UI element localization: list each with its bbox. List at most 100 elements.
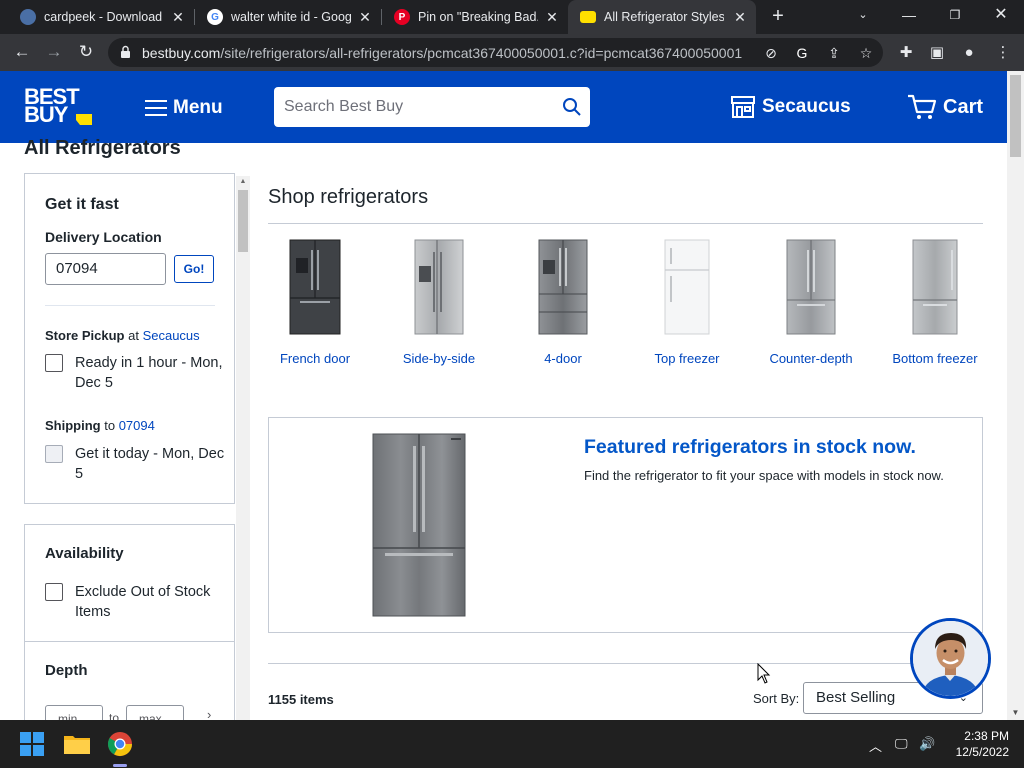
- category-4-door[interactable]: 4-door: [513, 238, 613, 366]
- menu-label: Menu: [173, 97, 223, 118]
- get-it-fast-heading: Get it fast: [45, 196, 119, 213]
- volume-icon[interactable]: 🔊: [919, 736, 935, 752]
- os-taskbar: ︿ 🖵 🔊 2:38 PM 12/5/2022: [0, 720, 1024, 768]
- bookmark-star-icon[interactable]: ☆: [857, 44, 875, 62]
- blocked-icon[interactable]: ⊘: [762, 44, 780, 62]
- availability-depth-panel: Availability Exclude Out of Stock Items …: [24, 524, 235, 724]
- chat-assistant-avatar[interactable]: [910, 618, 991, 699]
- cart-button[interactable]: Cart: [907, 92, 983, 122]
- logo-text-buy: BUY: [24, 102, 68, 127]
- store-icon: [731, 96, 755, 118]
- category-label: Side-by-side: [402, 351, 476, 366]
- site-header: BEST BUY Menu Secaucus Cart: [0, 71, 1007, 143]
- network-icon[interactable]: 🖵: [895, 736, 908, 752]
- browser-tab-active[interactable]: All Refrigerator Styles ✕: [568, 0, 756, 34]
- menu-button[interactable]: Menu: [145, 95, 223, 121]
- tab-title: Pin on "Breaking Bad...: [418, 10, 538, 24]
- scroll-down-icon[interactable]: ▼: [1007, 706, 1024, 720]
- file-explorer-icon[interactable]: [61, 728, 93, 760]
- cart-label: Cart: [943, 95, 984, 118]
- zip-value: 07094: [56, 260, 98, 277]
- availability-heading: Availability: [45, 545, 124, 562]
- divider: [25, 641, 234, 642]
- back-icon[interactable]: ←: [10, 41, 34, 65]
- tab-title: cardpeek - Download: [44, 10, 163, 24]
- forward-icon[interactable]: →: [42, 41, 66, 65]
- category-bottom-freezer[interactable]: Bottom freezer: [885, 238, 985, 366]
- featured-fridge-image: [372, 433, 466, 617]
- scroll-thumb[interactable]: [238, 190, 248, 252]
- restore-icon[interactable]: ❐: [932, 0, 978, 34]
- category-french-door[interactable]: French door: [265, 238, 365, 366]
- scroll-thumb[interactable]: [1010, 75, 1021, 157]
- featured-title[interactable]: Featured refrigerators in stock now.: [584, 436, 916, 459]
- category-top-freezer[interactable]: Top freezer: [637, 238, 737, 366]
- pickup-checkbox[interactable]: [45, 354, 63, 372]
- shipping-label: Shipping to 07094: [45, 418, 155, 433]
- category-side-by-side[interactable]: Side-by-side: [389, 238, 489, 366]
- store-pickup-text: Store Pickup: [45, 328, 125, 343]
- new-tab-button[interactable]: +: [768, 5, 788, 29]
- hamburger-icon: [145, 100, 167, 116]
- close-tab-icon[interactable]: ✕: [544, 9, 560, 25]
- sort-value: Best Selling: [816, 689, 896, 706]
- pinterest-icon: P: [394, 9, 410, 25]
- fridge-counter-depth-image: [761, 238, 861, 336]
- url-text: bestbuy.com/site/refrigerators/all-refri…: [142, 45, 742, 61]
- share-icon[interactable]: ⇪: [825, 44, 843, 62]
- tab-title: walter white id - Googl: [231, 10, 351, 24]
- search-input[interactable]: [274, 87, 554, 127]
- scroll-up-icon[interactable]: ▲: [236, 176, 250, 188]
- filter-scrollbar[interactable]: ▲: [236, 176, 250, 720]
- shipping-checkbox[interactable]: [45, 445, 63, 463]
- google-lens-icon[interactable]: G: [793, 44, 811, 62]
- chrome-menu-icon[interactable]: ⋮: [993, 43, 1013, 63]
- results-count: 1155 items: [268, 692, 334, 707]
- extensions-icon[interactable]: ✚: [896, 43, 916, 63]
- zip-code-input[interactable]: 07094: [45, 253, 166, 285]
- profile-icon[interactable]: ●: [959, 43, 979, 63]
- bestbuy-logo[interactable]: BEST BUY: [22, 85, 92, 129]
- mouse-cursor-icon: [757, 663, 771, 684]
- shipping-zip-link[interactable]: 07094: [119, 418, 155, 433]
- category-label: Counter-depth: [769, 351, 853, 366]
- close-tab-icon[interactable]: ✕: [732, 9, 748, 25]
- exclude-oos-label: Exclude Out of Stock Items: [75, 584, 211, 620]
- active-app-indicator: [113, 764, 127, 767]
- side-panel-icon[interactable]: ▣: [927, 43, 947, 63]
- store-pickup-store-link[interactable]: Secaucus: [143, 328, 200, 343]
- logo-tag-icon: [76, 114, 92, 125]
- clock-time: 2:38 PM: [964, 729, 1009, 743]
- exclude-oos-checkbox[interactable]: [45, 583, 63, 601]
- go-button[interactable]: Go!: [174, 255, 214, 283]
- minimize-icon[interactable]: —: [886, 0, 932, 34]
- browser-tab-strip: cardpeek - Download ✕ G walter white id …: [0, 0, 1024, 34]
- store-selector[interactable]: Secaucus: [730, 93, 851, 121]
- url-path: /site/refrigerators/all-refrigerators/pc…: [220, 45, 743, 61]
- chrome-icon[interactable]: [104, 728, 136, 760]
- close-tab-icon[interactable]: ✕: [170, 9, 186, 25]
- tab-title: All Refrigerator Styles: [604, 10, 724, 24]
- system-clock[interactable]: 2:38 PM 12/5/2022: [947, 728, 1009, 760]
- url-host: bestbuy.com: [142, 45, 221, 61]
- delivery-location-label: Delivery Location: [45, 229, 162, 245]
- bestbuy-tag-icon: [580, 11, 596, 23]
- google-icon: G: [207, 9, 223, 25]
- close-tab-icon[interactable]: ✕: [357, 9, 373, 25]
- tab-search-icon[interactable]: ⌄: [840, 0, 886, 34]
- reload-icon[interactable]: ↻: [74, 41, 98, 65]
- browser-tab[interactable]: cardpeek - Download ✕: [8, 0, 194, 34]
- cart-icon: [908, 94, 937, 119]
- search-icon[interactable]: [562, 97, 582, 117]
- featured-subtitle: Find the refrigerator to fit your space …: [584, 468, 944, 483]
- browser-tab[interactable]: P Pin on "Breaking Bad... ✕: [382, 0, 568, 34]
- windows-start-icon[interactable]: [16, 728, 48, 760]
- chevron-up-icon[interactable]: ︿: [869, 736, 882, 755]
- close-window-icon[interactable]: ✕: [978, 0, 1024, 34]
- browser-tab[interactable]: G walter white id - Googl ✕: [195, 0, 381, 34]
- page-scrollbar[interactable]: ▲ ▼: [1007, 71, 1024, 720]
- cardpeek-icon: [20, 9, 36, 25]
- featured-banner[interactable]: Featured refrigerators in stock now. Fin…: [268, 417, 983, 633]
- category-counter-depth[interactable]: Counter-depth: [761, 238, 861, 366]
- lock-icon: [121, 45, 130, 58]
